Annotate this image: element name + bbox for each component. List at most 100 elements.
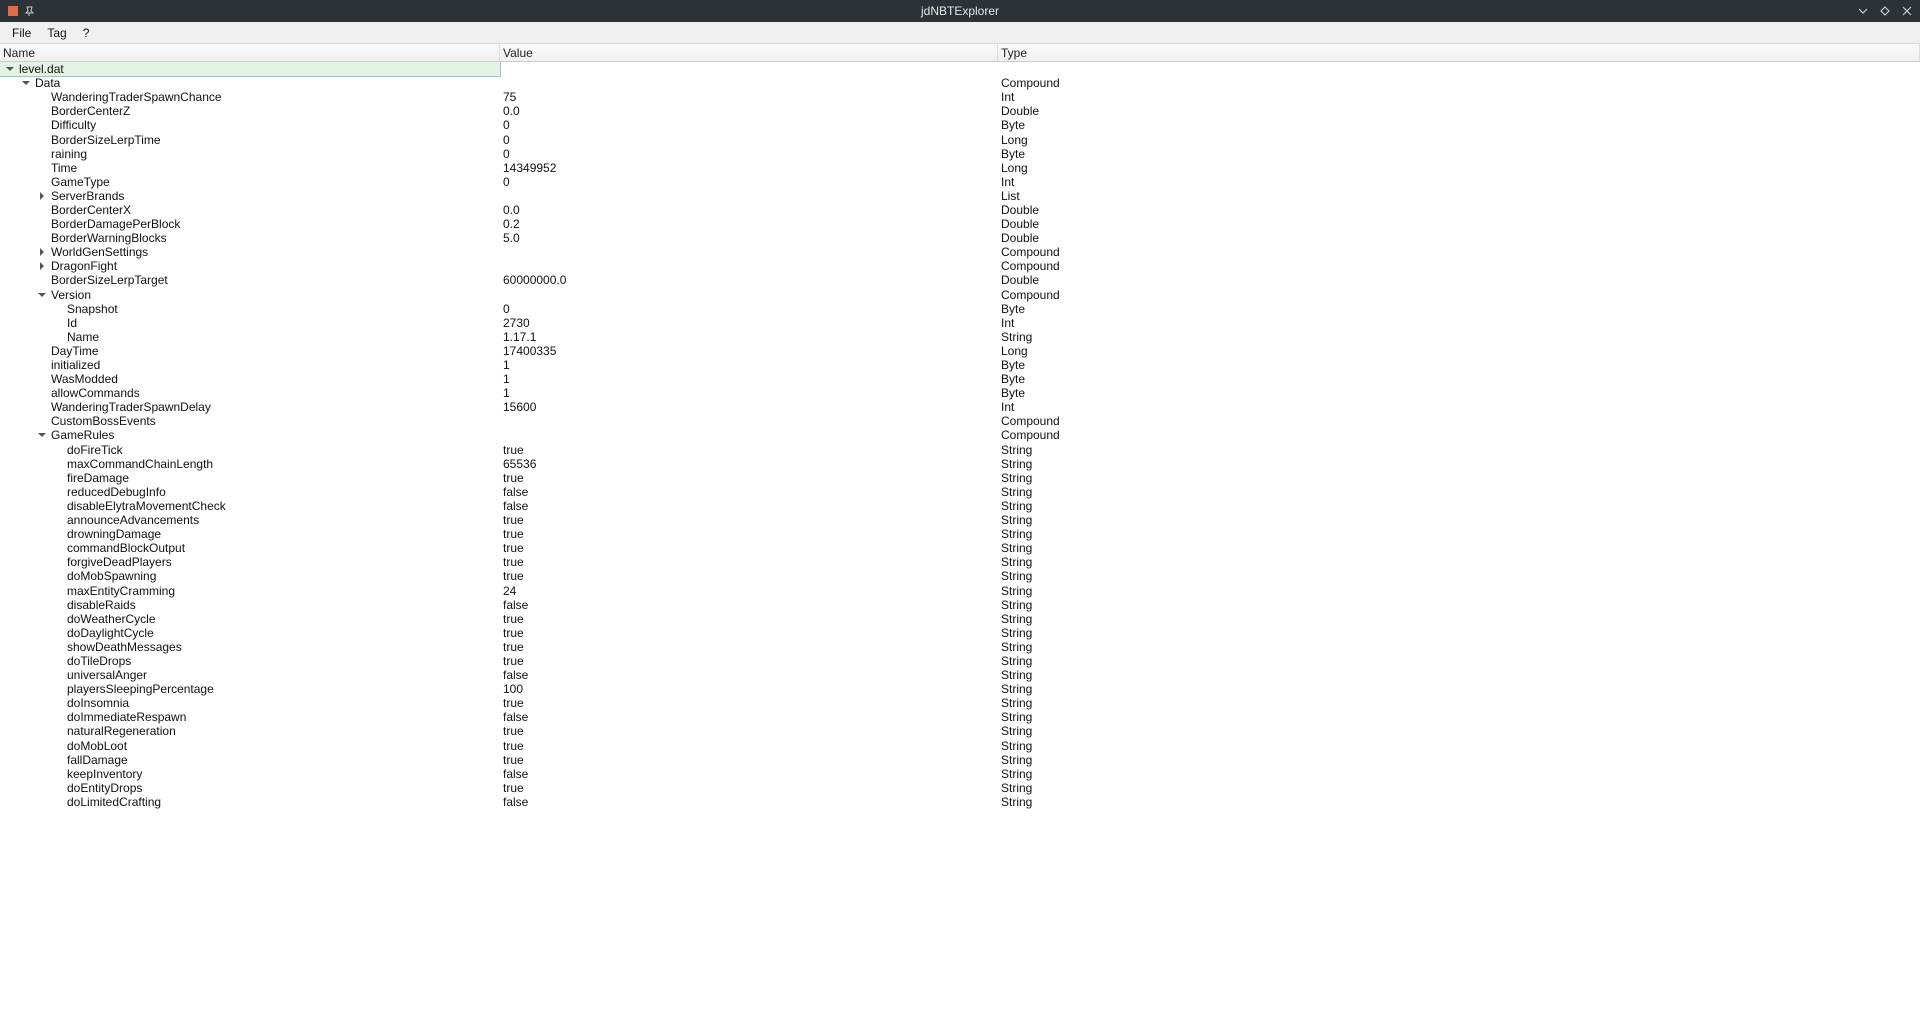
- tree-row[interactable]: DayTime17400335Long: [0, 344, 1920, 358]
- cell-name[interactable]: maxEntityCramming: [0, 583, 500, 597]
- tree-row[interactable]: doImmediateRespawnfalseString: [0, 710, 1920, 724]
- cell-value[interactable]: 15600: [500, 400, 998, 414]
- cell-name[interactable]: BorderWarningBlocks: [0, 231, 500, 245]
- cell-name[interactable]: drowningDamage: [0, 527, 500, 541]
- tree-row[interactable]: doMobLoottrueString: [0, 739, 1920, 753]
- menu-tag[interactable]: Tag: [39, 24, 74, 42]
- cell-value[interactable]: false: [500, 767, 998, 781]
- cell-value[interactable]: 0.2: [500, 217, 998, 231]
- cell-name[interactable]: showDeathMessages: [0, 640, 500, 654]
- cell-name[interactable]: keepInventory: [0, 767, 500, 781]
- cell-name[interactable]: BorderCenterX: [0, 203, 500, 217]
- cell-value[interactable]: false: [500, 598, 998, 612]
- tree-row[interactable]: fireDamagetrueString: [0, 471, 1920, 485]
- cell-name[interactable]: WasModded: [0, 372, 500, 386]
- tree-row[interactable]: BorderDamagePerBlock0.2Double: [0, 217, 1920, 231]
- cell-name[interactable]: DayTime: [0, 344, 500, 358]
- tree-row[interactable]: BorderSizeLerpTarget60000000.0Double: [0, 273, 1920, 287]
- cell-name[interactable]: doInsomnia: [0, 696, 500, 710]
- chevron-down-icon[interactable]: [4, 63, 16, 75]
- cell-name[interactable]: GameType: [0, 175, 500, 189]
- cell-value[interactable]: false: [500, 795, 998, 809]
- cell-name[interactable]: BorderSizeLerpTarget: [0, 273, 500, 287]
- cell-name[interactable]: commandBlockOutput: [0, 541, 500, 555]
- tree-row[interactable]: doTileDropstrueString: [0, 654, 1920, 668]
- tree-row[interactable]: showDeathMessagestrueString: [0, 640, 1920, 654]
- cell-value[interactable]: true: [500, 640, 998, 654]
- tree-row[interactable]: doFireTicktrueString: [0, 443, 1920, 457]
- cell-value[interactable]: true: [500, 696, 998, 710]
- cell-name[interactable]: DragonFight: [0, 259, 500, 273]
- cell-value[interactable]: 65536: [500, 457, 998, 471]
- tree-row[interactable]: Id2730Int: [0, 316, 1920, 330]
- cell-value[interactable]: 1: [500, 386, 998, 400]
- cell-name[interactable]: disableElytraMovementCheck: [0, 499, 500, 513]
- cell-value[interactable]: true: [500, 753, 998, 767]
- cell-name[interactable]: fireDamage: [0, 471, 500, 485]
- cell-name[interactable]: Id: [0, 316, 500, 330]
- tree-row[interactable]: disableRaidsfalseString: [0, 598, 1920, 612]
- tree-row[interactable]: keepInventoryfalseString: [0, 767, 1920, 781]
- cell-value[interactable]: 0.0: [500, 203, 998, 217]
- cell-name[interactable]: BorderSizeLerpTime: [0, 132, 500, 146]
- cell-value[interactable]: false: [500, 668, 998, 682]
- tree-row[interactable]: WanderingTraderSpawnChance75Int: [0, 90, 1920, 104]
- cell-value[interactable]: true: [500, 527, 998, 541]
- cell-value[interactable]: 14349952: [500, 161, 998, 175]
- cell-value[interactable]: 2730: [500, 316, 998, 330]
- cell-name[interactable]: doImmediateRespawn: [0, 710, 500, 724]
- cell-name[interactable]: GameRules: [0, 428, 500, 442]
- cell-name[interactable]: WanderingTraderSpawnDelay: [0, 400, 500, 414]
- tree-row[interactable]: fallDamagetrueString: [0, 753, 1920, 767]
- tree-row[interactable]: doWeatherCycletrueString: [0, 612, 1920, 626]
- tree-row[interactable]: ServerBrandsList: [0, 189, 1920, 203]
- cell-name[interactable]: universalAnger: [0, 668, 500, 682]
- tree-row[interactable]: raining0Byte: [0, 147, 1920, 161]
- maximize-button[interactable]: [1876, 2, 1894, 20]
- cell-value[interactable]: true: [500, 654, 998, 668]
- cell-name[interactable]: fallDamage: [0, 753, 500, 767]
- tree-row[interactable]: reducedDebugInfofalseString: [0, 485, 1920, 499]
- cell-name[interactable]: BorderCenterZ: [0, 104, 500, 118]
- cell-value[interactable]: true: [500, 724, 998, 738]
- pin-icon[interactable]: [24, 6, 35, 17]
- tree-row[interactable]: initialized1Byte: [0, 358, 1920, 372]
- tree-row[interactable]: disableElytraMovementCheckfalseString: [0, 499, 1920, 513]
- cell-value[interactable]: true: [500, 443, 998, 457]
- tree-row[interactable]: commandBlockOutputtrueString: [0, 541, 1920, 555]
- tree-row[interactable]: doLimitedCraftingfalseString: [0, 795, 1920, 809]
- cell-value[interactable]: true: [500, 513, 998, 527]
- cell-name[interactable]: doEntityDrops: [0, 781, 500, 795]
- cell-name[interactable]: Data: [0, 76, 500, 90]
- cell-value[interactable]: 1.17.1: [500, 330, 998, 344]
- tree-row[interactable]: drowningDamagetrueString: [0, 527, 1920, 541]
- cell-name[interactable]: doTileDrops: [0, 654, 500, 668]
- cell-value[interactable]: 0: [500, 133, 998, 147]
- cell-value[interactable]: true: [500, 781, 998, 795]
- tree-row[interactable]: playersSleepingPercentage100String: [0, 682, 1920, 696]
- cell-value[interactable]: 0: [500, 118, 998, 132]
- tree-row[interactable]: BorderWarningBlocks5.0Double: [0, 231, 1920, 245]
- tree-row[interactable]: BorderCenterZ0.0Double: [0, 104, 1920, 118]
- cell-value[interactable]: true: [500, 626, 998, 640]
- cell-value[interactable]: true: [500, 569, 998, 583]
- cell-name[interactable]: level.dat: [0, 62, 500, 76]
- tree-row[interactable]: doEntityDropstrueString: [0, 781, 1920, 795]
- chevron-down-icon[interactable]: [36, 429, 48, 441]
- cell-value[interactable]: 0.0: [500, 104, 998, 118]
- close-button[interactable]: [1898, 2, 1916, 20]
- header-type[interactable]: Type: [998, 44, 1920, 61]
- cell-name[interactable]: announceAdvancements: [0, 513, 500, 527]
- cell-value[interactable]: 75: [500, 90, 998, 104]
- cell-value[interactable]: 0: [500, 302, 998, 316]
- tree-row[interactable]: GameType0Int: [0, 175, 1920, 189]
- menu-help[interactable]: ?: [75, 24, 98, 42]
- cell-name[interactable]: initialized: [0, 358, 500, 372]
- cell-value[interactable]: 0: [500, 147, 998, 161]
- tree-row[interactable]: universalAngerfalseString: [0, 668, 1920, 682]
- cell-name[interactable]: reducedDebugInfo: [0, 485, 500, 499]
- chevron-down-icon[interactable]: [20, 77, 32, 89]
- cell-value[interactable]: false: [500, 485, 998, 499]
- tree-row[interactable]: BorderCenterX0.0Double: [0, 203, 1920, 217]
- tree-row[interactable]: Snapshot0Byte: [0, 302, 1920, 316]
